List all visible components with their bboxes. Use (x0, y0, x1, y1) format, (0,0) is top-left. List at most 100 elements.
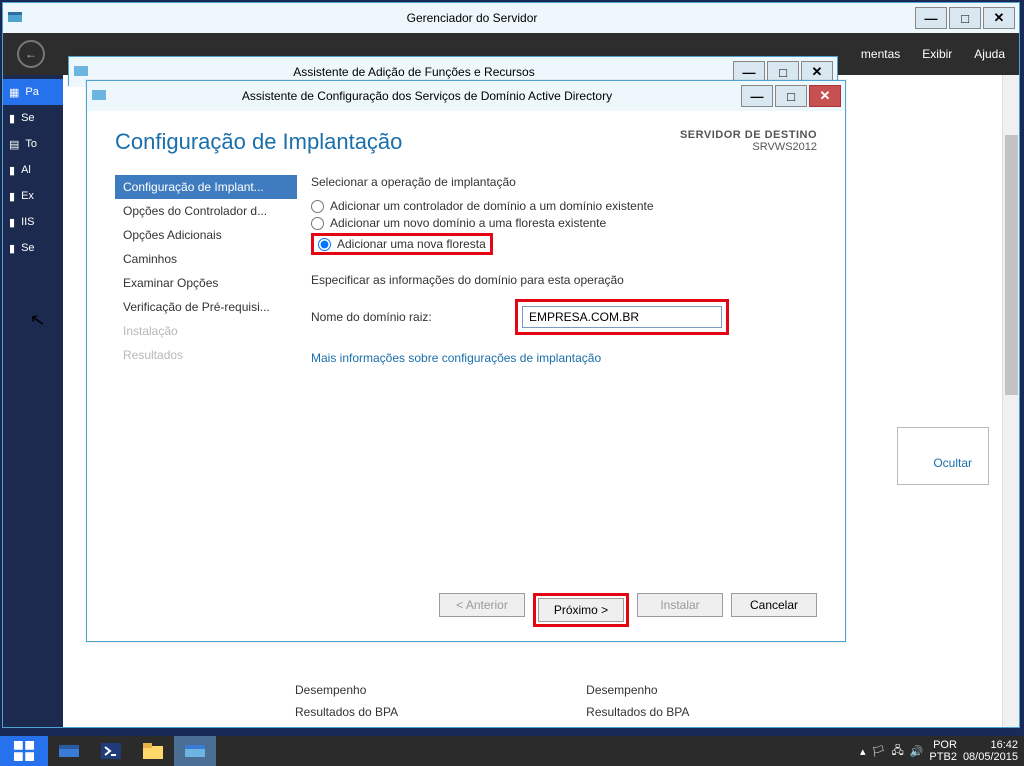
step-install: Instalação (115, 319, 297, 343)
toolbar-menus: mentas Exibir Ajuda (861, 47, 1005, 61)
cancel-button[interactable]: Cancelar (731, 593, 817, 617)
wizard-form: Selecionar a operação de implantação Adi… (297, 175, 817, 581)
nav-item-local[interactable]: ▮Se (3, 105, 63, 131)
spec-title: Especificar as informações do domínio pa… (311, 273, 817, 287)
tray-flag-icon[interactable]: 🏳 (871, 745, 885, 758)
desktop: Gerenciador do Servidor — □ ✕ ← mentas E… (0, 0, 1024, 766)
window-controls-wiz: — □ ✕ (739, 85, 841, 107)
tray-date: 08/05/2015 (963, 751, 1018, 763)
nav-label: To (25, 138, 37, 150)
nav-item-all[interactable]: ▤To (3, 131, 63, 157)
menu-help[interactable]: Ajuda (974, 47, 1005, 61)
minimize-button[interactable]: — (741, 85, 773, 107)
highlight-domain-input (515, 299, 729, 335)
install-button: Instalar (637, 593, 723, 617)
nav-label: Pa (25, 86, 38, 98)
adds-wizard-title: Assistente de Configuração dos Serviços … (115, 89, 739, 103)
server-manager-nav: ▦Pa ▮Se ▤To ▮Al ▮Ex ▮IIS ▮Se (3, 75, 63, 727)
maximize-button[interactable]: □ (949, 7, 981, 29)
tray-network-icon[interactable]: 🖧 (891, 742, 903, 761)
taskbar: ▴ 🏳 🖧 🔊 POR PTB2 16:42 08/05/2015 (0, 736, 1024, 766)
step-results: Resultados (115, 343, 297, 367)
server-manager-titlebar[interactable]: Gerenciador do Servidor — □ ✕ (3, 3, 1019, 33)
nav-label: IIS (21, 216, 34, 228)
next-button[interactable]: Próximo > (538, 598, 624, 622)
wizard-steps: Configuração de Implant... Opções do Con… (115, 175, 297, 581)
wizard-footer: < Anterior Próximo > Instalar Cancelar (115, 581, 817, 627)
radio-label-3: Adicionar uma nova floresta (337, 237, 486, 251)
nav-label: Ex (21, 190, 34, 202)
root-domain-input[interactable] (522, 306, 722, 328)
step-additional[interactable]: Opções Adicionais (115, 223, 297, 247)
destination-server: SERVIDOR DE DESTINO SRVWS2012 (680, 129, 817, 153)
task-powershell[interactable] (90, 736, 132, 766)
nav-label: Al (21, 164, 31, 176)
step-dc-options[interactable]: Opções do Controlador d... (115, 199, 297, 223)
tray-up-icon[interactable]: ▴ (860, 745, 866, 758)
radio-input-2[interactable] (311, 217, 324, 230)
task-explorer[interactable] (132, 736, 174, 766)
perf-label: Desempenho (295, 683, 398, 697)
back-button[interactable]: ← (17, 40, 45, 68)
tray-clock[interactable]: 16:42 08/05/2015 (963, 739, 1018, 763)
step-paths[interactable]: Caminhos (115, 247, 297, 271)
nav-label: Se (21, 242, 34, 254)
nav-item-ex[interactable]: ▮Ex (3, 183, 63, 209)
maximize-button[interactable]: □ (775, 85, 807, 107)
wizard-header: Configuração de Implantação SERVIDOR DE … (115, 129, 817, 155)
minimize-button[interactable]: — (915, 7, 947, 29)
step-prereq[interactable]: Verificação de Pré-requisi... (115, 295, 297, 319)
step-deployment-config[interactable]: Configuração de Implant... (115, 175, 297, 199)
tray-lang-ptb: PTB2 (929, 751, 957, 763)
nav-item-dashboard[interactable]: ▦Pa (3, 79, 63, 105)
radio-add-domain-existing-forest[interactable]: Adicionar um novo domínio a uma floresta… (311, 216, 817, 230)
perf-label-2: Desempenho (586, 683, 689, 697)
highlight-next: Próximo > (533, 593, 629, 627)
menu-view[interactable]: Exibir (922, 47, 952, 61)
wizard-main: Configuração de Implant... Opções do Con… (115, 175, 817, 581)
bpa-label: Resultados do BPA (295, 705, 398, 719)
wizard-body: Configuração de Implantação SERVIDOR DE … (87, 111, 845, 641)
server-manager-icon (7, 9, 25, 27)
card-row: Desempenho Resultados do BPA Desempenho … (295, 683, 689, 719)
task-server-manager-active[interactable] (174, 736, 216, 766)
nav-item-ad[interactable]: ▮Al (3, 157, 63, 183)
wizard-heading: Configuração de Implantação (115, 129, 402, 155)
scroll-thumb[interactable] (1005, 135, 1018, 395)
tray-time: 16:42 (990, 739, 1018, 751)
adds-wizard-titlebar[interactable]: Assistente de Configuração dos Serviços … (87, 81, 845, 111)
radio-input-3[interactable] (318, 238, 331, 251)
prev-button: < Anterior (439, 593, 525, 617)
start-button[interactable] (0, 736, 48, 766)
ocultar-box[interactable]: Ocultar (897, 427, 989, 485)
radio-label-1: Adicionar um controlador de domínio a um… (330, 199, 654, 213)
wizard-icon (91, 87, 109, 105)
scrollbar[interactable] (1002, 75, 1019, 727)
adds-wizard-window: Assistente de Configuração dos Serviços … (86, 80, 846, 642)
radio-input-1[interactable] (311, 200, 324, 213)
close-button[interactable]: ✕ (809, 85, 841, 107)
more-info-link[interactable]: Mais informações sobre configurações de … (311, 335, 817, 373)
task-server-manager[interactable] (48, 736, 90, 766)
radio-add-new-forest[interactable]: Adicionar uma nova floresta (318, 237, 486, 251)
radio-add-dc-existing-domain[interactable]: Adicionar um controlador de domínio a um… (311, 199, 817, 213)
close-button[interactable]: ✕ (983, 7, 1015, 29)
root-domain-label: Nome do domínio raiz: (311, 310, 501, 324)
wizard-icon (73, 63, 91, 81)
root-domain-row: Nome do domínio raiz: (311, 299, 817, 335)
highlight-radio-new-forest: Adicionar uma nova floresta (311, 233, 493, 255)
card-col-1: Desempenho Resultados do BPA (295, 683, 398, 719)
server-manager-title: Gerenciador do Servidor (31, 11, 913, 25)
tray-lang[interactable]: POR PTB2 (929, 739, 957, 763)
nav-item-iis[interactable]: ▮IIS (3, 209, 63, 235)
system-tray: ▴ 🏳 🖧 🔊 POR PTB2 16:42 08/05/2015 (860, 739, 1024, 763)
nav-item-se2[interactable]: ▮Se (3, 235, 63, 261)
tray-volume-icon[interactable]: 🔊 (910, 745, 924, 758)
menu-tools[interactable]: mentas (861, 47, 900, 61)
window-controls: — □ ✕ (913, 7, 1015, 29)
tray-lang-por: POR (933, 739, 957, 751)
nav-label: Se (21, 112, 34, 124)
step-review[interactable]: Examinar Opções (115, 271, 297, 295)
dest-label: SERVIDOR DE DESTINO (680, 129, 817, 141)
add-roles-title: Assistente de Adição de Funções e Recurs… (97, 65, 731, 79)
